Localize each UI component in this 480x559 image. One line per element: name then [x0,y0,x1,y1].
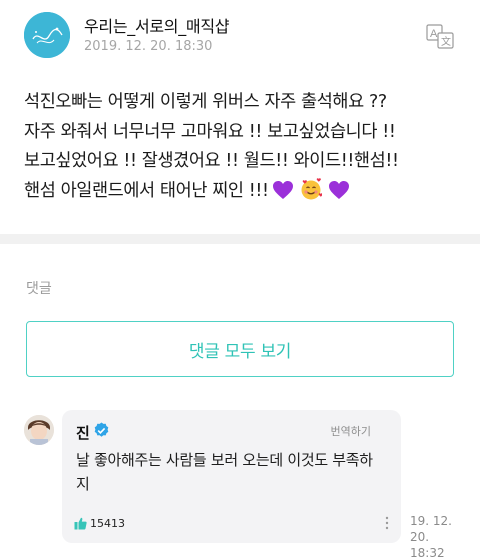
comment-translate-link[interactable]: 번역하기 [331,423,371,439]
section-divider [0,234,480,244]
post-line: 보고싶었어요 !! 잘생겼어요 !! 월드!! 와이드!!핸섬!! [24,151,399,171]
post-date: 2019. 12. 20. 18:30 [84,39,213,54]
comment-date: 19. 12. 20. 18:32 [410,513,470,559]
commenter-name[interactable]: 진 [76,422,90,443]
view-all-comments-button[interactable]: 댓글 모두 보기 [26,321,454,377]
verified-badge-icon [94,422,109,437]
post-body: 석진오빠는 어떻게 이렇게 위버스 자주 출석해요 ?? 자주 와줘서 너무너무… [24,88,464,210]
like-count: 15413 [90,516,125,530]
comment-date-time: 18:32 [410,546,445,559]
more-options-icon[interactable] [385,516,389,530]
comment-text: 날 좋아해주는 사람들 보러 오는데 이것도 부족하지 [76,451,373,493]
post-line: 핸섬 아일랜드에서 태어난 찌인 !!! [24,180,269,201]
purple-heart-icon [328,180,350,211]
post-line: 석진오빠는 어떻게 이렇게 위버스 자주 출석해요 ?? [24,92,387,112]
purple-heart-icon [272,180,294,211]
author-avatar[interactable] [24,12,70,58]
author-name[interactable]: 우리는_서로의_매직샵 [84,13,229,37]
view-all-comments-label: 댓글 모두 보기 [188,341,292,362]
comment-item: 진 번역하기 날 좋아해주는 사람들 보러 오는데 이것도 부족하지 15413… [24,410,464,559]
svg-text:文: 文 [441,35,451,48]
svg-text:A: A [430,28,438,40]
like-button[interactable]: 15413 [74,514,125,532]
commenter-avatar-image [24,415,54,445]
thumbs-up-icon [74,517,87,529]
post-header: 우리는_서로의_매직샵 2019. 12. 20. 18:30 A 文 [24,12,456,62]
post-line: 자주 와줘서 너무너무 고마워요 !! 보고싶었습니다 !! [24,121,396,142]
comment-bubble: 진 번역하기 날 좋아해주는 사람들 보러 오는데 이것도 부족하지 15413 [62,410,401,543]
author-avatar-image [24,12,70,58]
translate-icon: A 文 [426,24,454,49]
post-line-last: 핸섬 아일랜드에서 태어난 찌인 !!! [24,177,464,211]
commenter-avatar[interactable] [24,415,54,445]
translate-button[interactable]: A 文 [426,24,456,50]
comments-label: 댓글 [26,281,52,297]
smiling-face-with-hearts-icon [300,177,323,211]
comment-date-day: 19. 12. 20. [410,514,452,544]
